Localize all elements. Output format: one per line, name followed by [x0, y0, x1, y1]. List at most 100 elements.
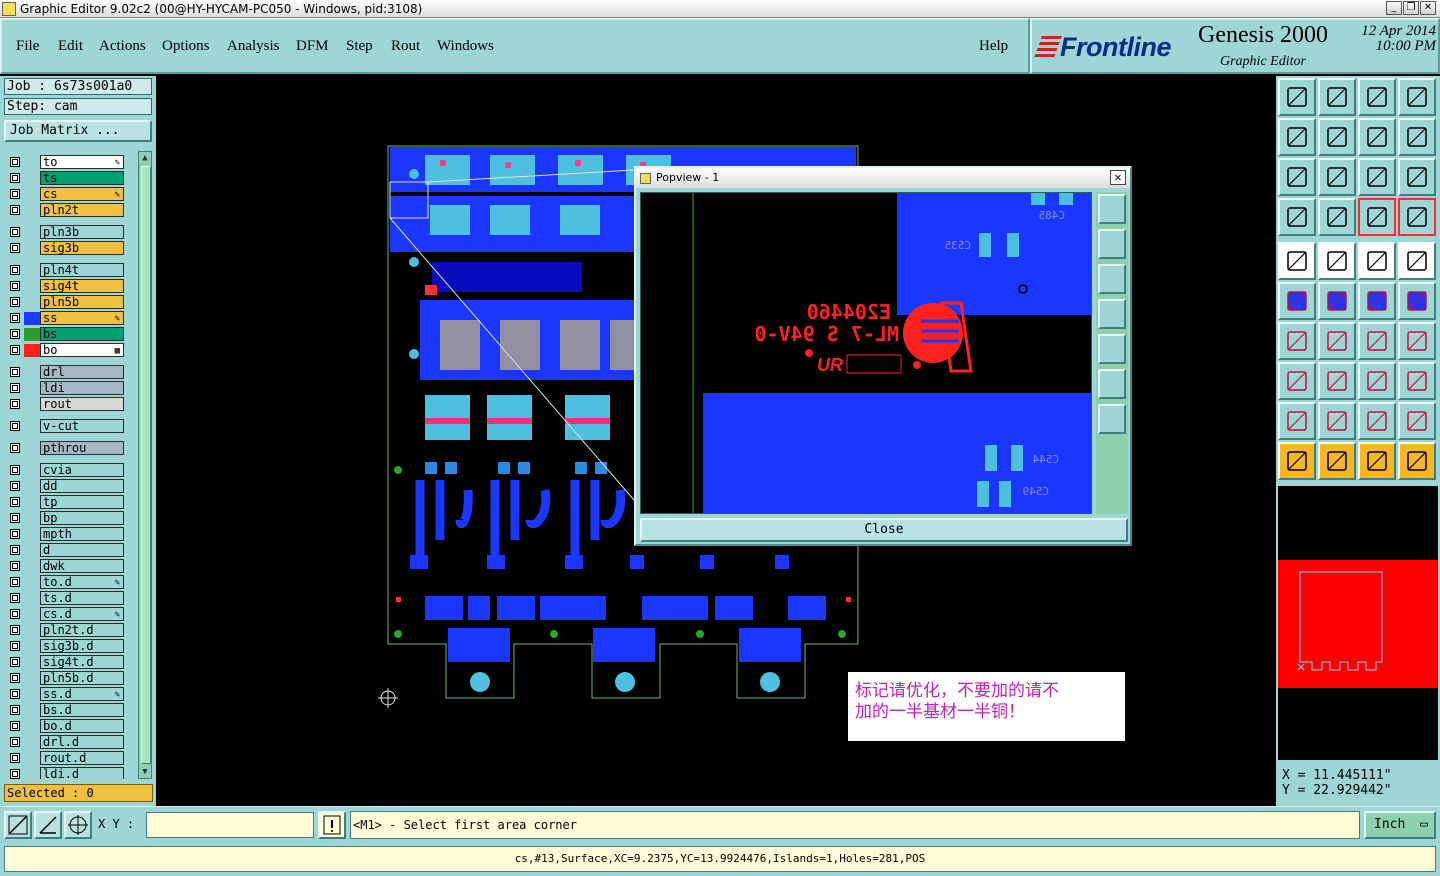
- layer-name[interactable]: bo.d: [40, 719, 124, 733]
- layer-checkbox[interactable]: [10, 609, 20, 619]
- add-feature-icon[interactable]: [1278, 242, 1316, 280]
- layer-name[interactable]: sig3b.d: [40, 639, 124, 653]
- layer-checkbox[interactable]: [10, 561, 20, 571]
- layer-name[interactable]: drl: [40, 365, 124, 379]
- layer-row[interactable]: to ✎: [4, 155, 136, 169]
- layer-row[interactable]: tp: [4, 495, 136, 509]
- menu-actions[interactable]: Actions: [99, 38, 146, 55]
- panel-right-icon[interactable]: [1318, 118, 1356, 156]
- layer-row[interactable]: sig4t: [4, 279, 136, 293]
- layer-row[interactable]: ts.d: [4, 591, 136, 605]
- layer-checkbox[interactable]: [10, 481, 20, 491]
- layer-checkbox[interactable]: [10, 625, 20, 635]
- layer-row[interactable]: sig3b.d: [4, 639, 136, 653]
- popview-tool-icon[interactable]: [1098, 404, 1126, 434]
- layer-color-swatch[interactable]: [24, 312, 40, 325]
- triangle-b-icon[interactable]: [1398, 402, 1436, 440]
- menu-rout[interactable]: Rout: [391, 38, 420, 55]
- layer-name[interactable]: tp: [40, 495, 124, 509]
- resize-icon[interactable]: [1358, 362, 1396, 400]
- triangle-icon[interactable]: [1278, 402, 1316, 440]
- layer-checkbox[interactable]: [10, 265, 20, 275]
- redo-icon[interactable]: [1398, 118, 1436, 156]
- layer-row[interactable]: rout: [4, 397, 136, 411]
- menu-options[interactable]: Options: [162, 38, 210, 55]
- popview-close-icon[interactable]: ✕: [1110, 170, 1126, 185]
- layer-checkbox[interactable]: [10, 205, 20, 215]
- layer-name[interactable]: ldi: [40, 381, 124, 395]
- layer-row[interactable]: dd: [4, 479, 136, 493]
- layer-checkbox[interactable]: [10, 593, 20, 603]
- angle-icon[interactable]: [1278, 322, 1316, 360]
- layer-scrollbar[interactable]: ▲ ▼: [138, 151, 152, 779]
- connect-icon[interactable]: [1278, 282, 1316, 320]
- popview-tool-icon[interactable]: [1098, 229, 1126, 259]
- layer-name[interactable]: mpth: [40, 527, 124, 541]
- layer-row[interactable]: pthrou: [4, 441, 136, 455]
- board-down-icon[interactable]: [1318, 78, 1356, 116]
- layer-name[interactable]: sig3b: [40, 241, 124, 255]
- popview-canvas[interactable]: E204460 ML-7 S 94V-0 UR C485 C535 C544 C…: [640, 192, 1092, 514]
- layer-name[interactable]: ldi.d: [40, 767, 124, 779]
- layer-checkbox[interactable]: [10, 577, 20, 587]
- fit-screen-icon[interactable]: [1278, 158, 1316, 196]
- route-icon[interactable]: [1398, 442, 1436, 480]
- menu-windows[interactable]: Windows: [437, 38, 494, 55]
- close-window-button[interactable]: ✕: [1420, 1, 1436, 15]
- layer-checkbox[interactable]: [10, 497, 20, 507]
- scale-1-2-icon[interactable]: [1358, 158, 1396, 196]
- popview-close-button[interactable]: Close: [640, 518, 1128, 542]
- popview-tool-icon[interactable]: [1098, 299, 1126, 329]
- layer-name[interactable]: ss.d ✎: [40, 687, 124, 701]
- layer-name[interactable]: to ✎: [40, 155, 124, 169]
- menu-help[interactable]: Help: [979, 38, 1008, 55]
- layer-checkbox[interactable]: [10, 243, 20, 253]
- layer-row[interactable]: sig4t.d: [4, 655, 136, 669]
- layer-checkbox[interactable]: [10, 545, 20, 555]
- layer-name[interactable]: drl.d: [40, 735, 124, 749]
- layer-name[interactable]: pln5b: [40, 295, 124, 309]
- slash-icon[interactable]: [1318, 322, 1356, 360]
- layer-checkbox[interactable]: [10, 769, 20, 779]
- layer-checkbox[interactable]: [10, 737, 20, 747]
- layer-row[interactable]: cs ✎: [4, 187, 136, 201]
- scroll-down-icon[interactable]: ▼: [140, 767, 150, 777]
- layer-row[interactable]: bs.d: [4, 703, 136, 717]
- menu-analysis[interactable]: Analysis: [227, 38, 280, 55]
- layer-checkbox[interactable]: [10, 443, 20, 453]
- restore-button[interactable]: ❐: [1403, 1, 1419, 15]
- layer-checkbox[interactable]: [10, 399, 20, 409]
- move-node-icon[interactable]: [1358, 282, 1396, 320]
- triangle-a-icon[interactable]: [1358, 402, 1396, 440]
- split-icon[interactable]: [1318, 362, 1356, 400]
- layer-name[interactable]: dd: [40, 479, 124, 493]
- snap-icon[interactable]: [4, 811, 32, 839]
- layer-row[interactable]: drl.d: [4, 735, 136, 749]
- layer-color-swatch[interactable]: [24, 328, 40, 341]
- layer-row[interactable]: rout.d: [4, 751, 136, 765]
- layer-checkbox[interactable]: [10, 753, 20, 763]
- layer-row[interactable]: ldi.d: [4, 767, 136, 779]
- mirror-icon[interactable]: [1398, 322, 1436, 360]
- split-window-icon[interactable]: [1398, 78, 1436, 116]
- layer-name[interactable]: bo ▦: [40, 343, 124, 357]
- layer-checkbox[interactable]: [10, 345, 20, 355]
- layer-row[interactable]: ss ✎: [4, 311, 136, 325]
- layer-name[interactable]: pln2t.d: [40, 623, 124, 637]
- layer-checkbox[interactable]: [10, 157, 20, 167]
- alert-icon[interactable]: [318, 811, 346, 839]
- grid-icon[interactable]: [1318, 198, 1356, 236]
- layer-row[interactable]: pln4t: [4, 263, 136, 277]
- layer-row[interactable]: ts: [4, 171, 136, 185]
- home-up-icon[interactable]: [1278, 78, 1316, 116]
- layer-checkbox[interactable]: [10, 673, 20, 683]
- layer-row[interactable]: cs.d ✎: [4, 607, 136, 621]
- layer-row[interactable]: bo ▦: [4, 343, 136, 357]
- layer-name[interactable]: rout.d: [40, 751, 124, 765]
- popview-tool-icon[interactable]: [1098, 194, 1126, 224]
- layer-name[interactable]: pln2t: [40, 203, 124, 217]
- layer-name[interactable]: bs.d: [40, 703, 124, 717]
- layer-row[interactable]: drl: [4, 365, 136, 379]
- layer-name[interactable]: ts: [40, 171, 124, 185]
- measure-icon[interactable]: [1278, 198, 1316, 236]
